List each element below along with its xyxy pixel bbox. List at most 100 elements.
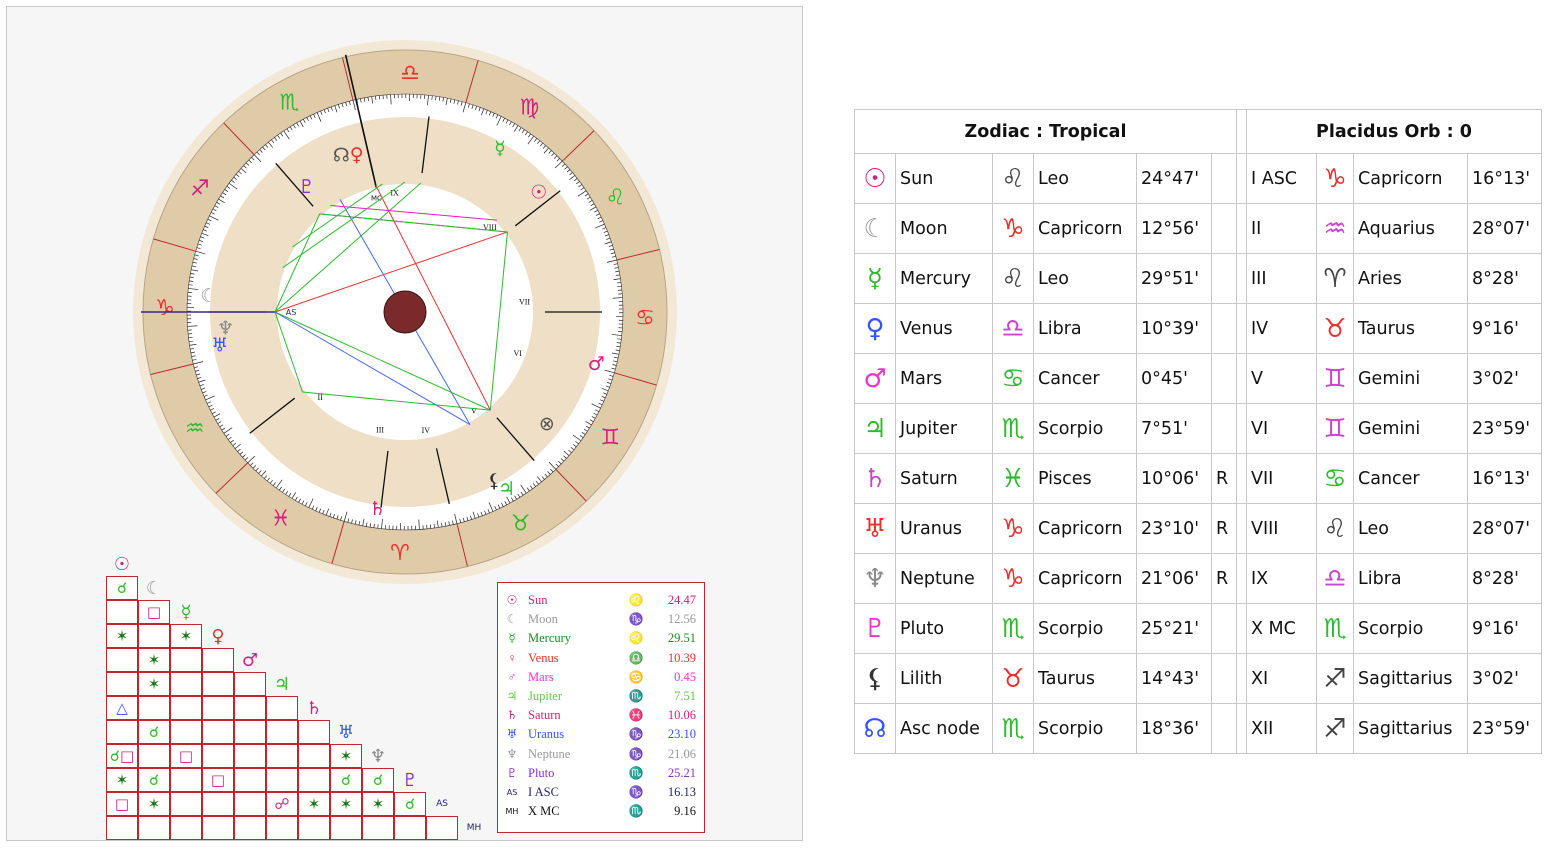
- legend-degree-value: 23.10: [667, 727, 696, 742]
- house-sign-name: Scorpio: [1358, 618, 1424, 639]
- house-sign-icon: ♎: [1323, 563, 1347, 594]
- table-row: ♄ Saturn ♓ Pisces 10°06' R VII ♋ Cancer 16°13': [854, 453, 1542, 504]
- sign-name-cell: Scorpio: [1033, 403, 1137, 454]
- planet-icon: ♂: [863, 363, 887, 394]
- table-row: ♀ Venus ♎ Libra 10°39' IV ♉ Taurus 9°16': [854, 303, 1542, 354]
- sign-icon-cell: ♑: [992, 553, 1034, 604]
- planet-name: Neptune: [900, 568, 975, 589]
- house-degree-cell: 3°02': [1467, 353, 1542, 404]
- sign-icon: ♏: [1001, 413, 1025, 444]
- planet-icon: ☊: [863, 713, 887, 744]
- sign-icon-cell: ♋: [992, 353, 1034, 404]
- house-sign-icon: ♈: [1323, 263, 1347, 294]
- house-degree: 8°28': [1472, 268, 1519, 289]
- legend-planet-icon: ♆: [506, 746, 518, 761]
- planet-degree: 24°47': [1141, 168, 1200, 189]
- house-sign-name: Leo: [1358, 518, 1389, 539]
- retrograde-marker-cell: [1211, 353, 1237, 404]
- house-degree-cell: 23°59': [1467, 703, 1542, 754]
- house-degree: 16°13': [1472, 168, 1531, 189]
- planet-glyph-sun: ☉: [530, 182, 547, 204]
- house-name: XI: [1251, 668, 1269, 689]
- legend-sign-icon: ♌: [628, 593, 644, 607]
- planet-glyph-venus: ♀: [350, 144, 364, 166]
- planet-degree: 23°10': [1141, 518, 1200, 539]
- retrograde-marker-cell: [1211, 153, 1237, 204]
- retrograde-marker-cell: [1211, 203, 1237, 254]
- house-sign-icon: ♑: [1323, 163, 1347, 194]
- house-sign-name-cell: Libra: [1353, 553, 1468, 604]
- sign-glyph-cancer: ♋: [635, 306, 655, 331]
- planet-icon: ⚸: [865, 663, 885, 694]
- legend-planet-icon: ☿: [508, 631, 516, 646]
- legend-planet-icon: ♀: [507, 650, 517, 665]
- column-gap: [1236, 109, 1247, 154]
- legend-row: ♅ Uranus ♑ 23.10: [504, 727, 696, 746]
- column-gap-cell: [1236, 353, 1247, 404]
- planet-degree-cell: 14°43': [1136, 653, 1212, 704]
- planet-name-cell: Pluto: [895, 603, 993, 654]
- sign-name: Scorpio: [1038, 718, 1104, 739]
- planet-degree-cell: 10°06': [1136, 453, 1212, 504]
- house-sign-icon-cell: ♊: [1316, 403, 1354, 454]
- house-degree: 3°02': [1472, 668, 1519, 689]
- house-sign-name: Taurus: [1358, 318, 1416, 339]
- sign-icon: ♌: [1001, 163, 1025, 194]
- retrograde-marker-cell: [1211, 603, 1237, 654]
- column-gap-cell: [1236, 703, 1247, 754]
- house-sign-icon-cell: ♈: [1316, 253, 1354, 304]
- legend-planet-icon: ♂: [507, 669, 517, 684]
- retrograde-marker: R: [1216, 568, 1229, 589]
- legend-row: ☉ Sun ♌ 24.47: [504, 593, 696, 612]
- table-row: ♂ Mars ♋ Cancer 0°45' V ♊ Gemini 3°02': [854, 353, 1542, 404]
- planet-degree-cell: 18°36': [1136, 703, 1212, 754]
- house-name: VI: [1251, 418, 1269, 439]
- planet-degree: 12°56': [1141, 218, 1200, 239]
- degree-tick: [377, 524, 379, 529]
- planet-name-cell: Mars: [895, 353, 993, 404]
- planet-name: Mars: [900, 368, 943, 389]
- house-degree-cell: 28°07': [1467, 503, 1542, 554]
- planet-icon-cell: ♅: [854, 503, 896, 554]
- planet-icon: ♃: [863, 413, 887, 444]
- legend-row: ♂ Mars ♋ 0.45: [504, 669, 697, 689]
- sign-name-cell: Pisces: [1033, 453, 1137, 504]
- house-sign-name: Libra: [1358, 568, 1402, 589]
- house-sign-icon-cell: ♌: [1316, 503, 1354, 554]
- planet-icon-cell: ♄: [854, 453, 896, 504]
- retrograde-marker-cell: R: [1211, 453, 1237, 504]
- house-sign-name-cell: Taurus: [1353, 303, 1468, 354]
- planet-degree-cell: 21°06': [1136, 553, 1212, 604]
- house-sign-name: Gemini: [1358, 368, 1421, 389]
- legend-planet-name: Neptune: [528, 746, 571, 761]
- sign-glyph-scorpio: ♏: [280, 91, 300, 116]
- retrograde-marker-cell: [1211, 403, 1237, 454]
- sign-glyph-aquarius: ♒: [185, 417, 205, 442]
- planet-name-cell: Venus: [895, 303, 993, 354]
- planet-icon-cell: ☉: [854, 153, 896, 204]
- house-name: II: [1251, 218, 1262, 239]
- legend-degree-value: 21.06: [667, 746, 696, 761]
- table-row: ⚸ Lilith ♉ Taurus 14°43' XI ♐ Sagittarius 3°02': [854, 653, 1542, 704]
- legend-sign-icon: ♑: [628, 784, 644, 799]
- planet-glyph-asc-node: ☊: [333, 144, 350, 166]
- chart-panel: ♈ ♉ ♊ ♋ ♌ ♍ ♎ ♏ ♐ ♑ ♒ ♓ II III IV V VI VII VIII IX AS MC ♀ ♇ ☊ ☿ ☉…: [6, 6, 803, 841]
- house-degree-cell: 9°16': [1467, 303, 1542, 354]
- legend-planet-icon: MH: [505, 807, 519, 817]
- legend-planet-icon: ☉: [506, 593, 518, 607]
- legend-planet-name: Venus: [528, 650, 559, 665]
- house-sign-name-cell: Leo: [1353, 503, 1468, 554]
- legend-sign-icon: ♑: [628, 746, 644, 761]
- house-name: VII: [1251, 468, 1274, 489]
- sign-glyph-virgo: ♍: [519, 96, 539, 121]
- planet-degree-cell: 29°51': [1136, 253, 1212, 304]
- planet-degree-cell: 23°10': [1136, 503, 1212, 554]
- planet-icon-cell: ♀: [854, 303, 896, 354]
- planet-name: Lilith: [900, 668, 943, 689]
- house-degree-cell: 16°13': [1467, 453, 1542, 504]
- house-degree: 16°13': [1472, 468, 1531, 489]
- house-sign-name-cell: Scorpio: [1353, 603, 1468, 654]
- house-degree: 28°07': [1472, 218, 1531, 239]
- sign-name-cell: Cancer: [1033, 353, 1137, 404]
- legend-planet-name: Saturn: [528, 708, 561, 723]
